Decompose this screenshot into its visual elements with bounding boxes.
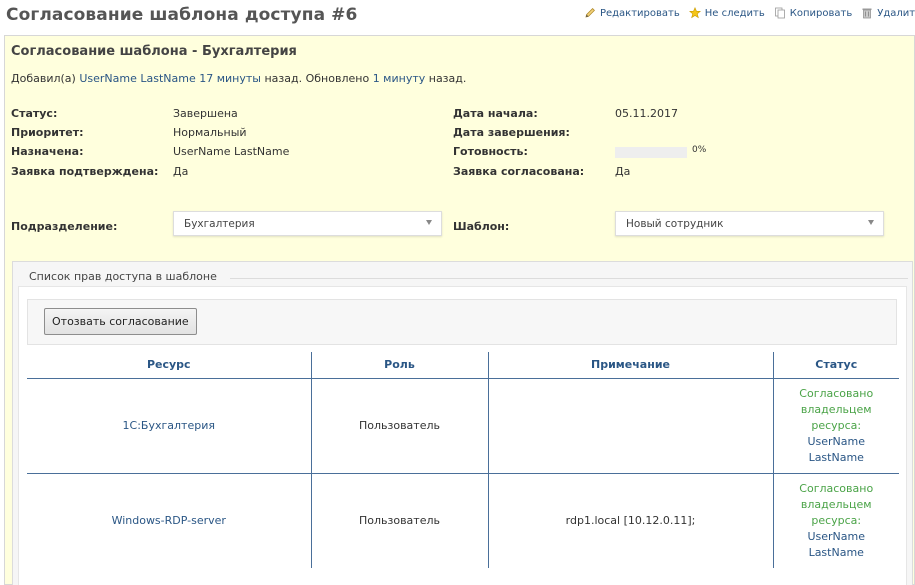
note-cell: rdp1.local [10.12.0.11];	[487, 473, 773, 568]
status-user-line: UserName	[807, 434, 866, 448]
priority-value: Нормальный	[173, 126, 247, 139]
pencil-icon	[584, 7, 596, 19]
author-prefix: Добавил(а)	[11, 72, 76, 85]
unwatch-link[interactable]: Не следить	[688, 7, 765, 19]
resource-cell: Windows-RDP-server	[27, 473, 311, 568]
done-ratio-label: Готовность:	[453, 145, 528, 158]
department-select[interactable]: Бухгалтерия	[173, 211, 442, 236]
confirmed-label: Заявка подтверждена:	[11, 165, 159, 178]
revoke-approval-button[interactable]: Отозвать согласование	[44, 308, 197, 335]
issue-subject: Согласование шаблона - Бухгалтерия	[11, 44, 297, 59]
chevron-down-icon	[868, 220, 874, 225]
status-cell: Согласовано владельцем ресурса: UserName…	[772, 378, 899, 474]
page-title: Согласование шаблона доступа #6	[6, 5, 358, 25]
due-date-label: Дата завершения:	[453, 126, 570, 139]
assignee-link[interactable]: UserName LastName	[173, 145, 289, 158]
access-list-legend: Список прав доступа в шаблоне	[23, 270, 223, 283]
assignee-label: Назначена:	[11, 145, 84, 158]
role-cell: Пользователь	[310, 378, 488, 474]
column-header-note[interactable]: Примечание	[487, 352, 773, 379]
updated-ago-link[interactable]: 1 минуту	[373, 72, 426, 85]
confirmed-value: Да	[173, 165, 189, 178]
status-text-line: владельцем	[800, 402, 872, 416]
priority-label: Приоритет:	[11, 126, 84, 139]
table-header-row: Ресурс Роль Примечание Статус	[27, 352, 899, 379]
created-suffix: назад. Обновлено	[264, 72, 370, 85]
access-list-fieldset: Список прав доступа в шаблоне Отозвать с…	[12, 261, 913, 585]
issue-author-line: Добавил(а) UserName LastName 17 минуты н…	[11, 72, 466, 85]
column-header-status[interactable]: Статус	[772, 352, 899, 379]
unwatch-label: Не следить	[704, 7, 765, 19]
template-label: Шаблон:	[453, 220, 510, 233]
status-value: Завершена	[173, 107, 238, 120]
approved-value: Да	[615, 165, 631, 178]
edit-link[interactable]: Редактировать	[584, 7, 680, 19]
delete-label: Удалить	[877, 7, 915, 19]
updated-suffix: назад.	[428, 72, 467, 85]
resource-link[interactable]: 1С:Бухгалтерия	[123, 419, 215, 432]
department-label: Подразделение:	[11, 220, 118, 233]
status-user-line: LastName	[808, 450, 864, 464]
resource-cell: 1С:Бухгалтерия	[27, 378, 311, 474]
table-row: Windows-RDP-server Пользователь rdp1.loc…	[27, 473, 899, 568]
copy-link[interactable]: Копировать	[774, 7, 852, 19]
access-list-table: Ресурс Роль Примечание Статус 1С:Бухгалт…	[27, 352, 899, 568]
author-link[interactable]: UserName LastName	[79, 72, 195, 85]
status-user-line: LastName	[808, 545, 864, 559]
done-ratio-text: 0%	[692, 145, 707, 155]
copy-label: Копировать	[789, 7, 853, 19]
template-select-value: Новый сотрудник	[626, 218, 724, 230]
start-date-label: Дата начала:	[453, 107, 538, 120]
template-select[interactable]: Новый сотрудник	[615, 211, 884, 236]
status-text-line: Согласовано	[799, 481, 874, 495]
button-bar: Отозвать согласование	[27, 299, 897, 345]
star-icon	[688, 7, 701, 19]
column-header-resource[interactable]: Ресурс	[27, 352, 311, 379]
created-ago-link[interactable]: 17 минуты	[199, 72, 261, 85]
access-list-content: Отозвать согласование Ресурс Роль Примеч…	[18, 286, 907, 585]
chevron-down-icon	[426, 220, 432, 225]
role-cell: Пользователь	[310, 473, 488, 568]
note-cell	[487, 378, 773, 474]
issue-panel: Согласование шаблона - Бухгалтерия Добав…	[4, 35, 915, 585]
copy-icon	[774, 7, 786, 19]
status-text-line: владельцем	[800, 497, 872, 511]
status-label: Статус:	[11, 107, 58, 120]
done-ratio-progress-bar	[615, 147, 687, 158]
table-row: 1С:Бухгалтерия Пользователь Согласовано …	[27, 378, 899, 474]
start-date-value: 05.11.2017	[615, 107, 678, 120]
status-user-line: UserName	[807, 529, 866, 543]
status-text-line: Согласовано	[799, 386, 874, 400]
edit-label: Редактировать	[599, 7, 680, 19]
trash-icon	[861, 7, 873, 19]
delete-link[interactable]: Удалить	[861, 7, 915, 19]
resource-link[interactable]: Windows-RDP-server	[112, 514, 226, 527]
contextual-actions: Редактировать Не следить Копировать Удал…	[584, 7, 915, 19]
legend-divider	[230, 278, 908, 279]
status-cell: Согласовано владельцем ресурса: UserName…	[772, 473, 899, 568]
approved-label: Заявка согласована:	[453, 165, 585, 178]
department-select-value: Бухгалтерия	[184, 218, 255, 230]
column-header-role[interactable]: Роль	[310, 352, 488, 379]
status-text-line: ресурса:	[811, 513, 862, 527]
status-text-line: ресурса:	[811, 418, 862, 432]
